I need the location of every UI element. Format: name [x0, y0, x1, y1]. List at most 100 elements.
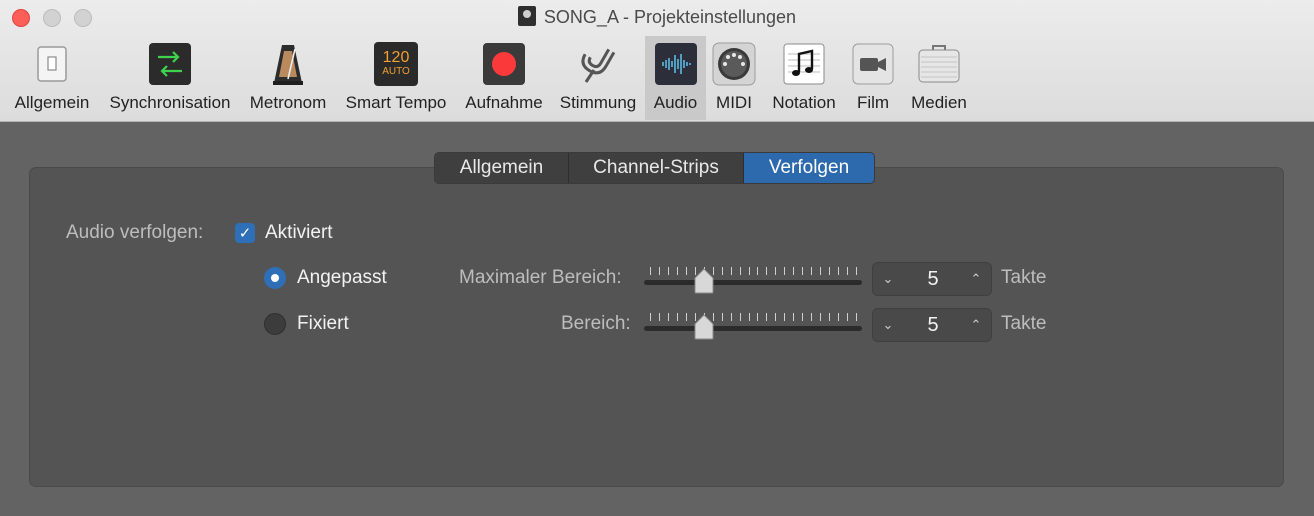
chevron-down-icon[interactable]: ⌄ — [873, 263, 903, 295]
range-unit: Takte — [1001, 313, 1047, 334]
tab-bar: Allgemein Channel-Strips Verfolgen — [434, 152, 875, 184]
slider-ticks — [650, 267, 857, 275]
smart-tempo-auto: AUTO — [382, 66, 410, 77]
enabled-label: Aktiviert — [265, 222, 333, 243]
slider-track — [644, 326, 862, 331]
max-range-label: Maximaler Bereich: — [459, 267, 622, 288]
toolbar-item-metronom[interactable]: Metronom — [242, 36, 334, 120]
waveform-icon — [653, 41, 699, 87]
slider-track — [644, 280, 862, 285]
range-stepper[interactable]: ⌄ 5 ⌃ — [872, 308, 992, 342]
video-camera-icon — [850, 41, 896, 87]
sync-arrows-icon — [147, 41, 193, 87]
slider-tick — [793, 313, 795, 321]
slider-tick — [730, 267, 732, 275]
toolbar-item-label: Synchronisation — [109, 93, 231, 112]
slider-tick — [667, 313, 669, 321]
music-note-icon — [781, 41, 827, 87]
mode-adapted-radio[interactable] — [264, 267, 286, 289]
toolbar-item-medien[interactable]: Medien — [904, 36, 974, 120]
toolbar-item-label: Allgemein — [14, 93, 90, 112]
toolbar-item-label: Notation — [772, 93, 836, 112]
max-range-value[interactable]: 5 — [903, 263, 963, 295]
media-case-icon — [916, 41, 962, 87]
toolbar-item-label: Medien — [911, 93, 967, 112]
slider-tick — [856, 267, 857, 275]
settings-content: Allgemein Channel-Strips Verfolgen Audio… — [0, 122, 1314, 516]
slider-tick — [829, 313, 831, 321]
slider-tick — [739, 267, 741, 275]
toolbar-item-allgemein[interactable]: Allgemein — [6, 36, 98, 120]
settings-toolbar: Allgemein Synchronisation Metronom 120 A… — [0, 36, 1314, 120]
window-title-text: SONG_A - Projekteinstellungen — [543, 7, 797, 27]
slider-tick — [650, 267, 651, 275]
max-range-slider[interactable] — [644, 265, 862, 295]
toolbar-item-smart-tempo[interactable]: 120 AUTO Smart Tempo — [338, 36, 454, 120]
slider-tick — [676, 313, 678, 321]
slider-tick — [775, 313, 777, 321]
project-settings-window: SONG_A - Projekteinstellungen Allgemein — [0, 0, 1314, 516]
toolbar-item-label: Film — [856, 93, 890, 112]
slider-tick — [856, 313, 857, 321]
range-label: Bereich: — [561, 313, 631, 334]
slider-tick — [802, 313, 804, 321]
audio-follow-label: Audio verfolgen: — [66, 222, 204, 243]
chevron-up-icon[interactable]: ⌃ — [961, 263, 991, 295]
slider-tick — [838, 267, 840, 275]
slider-tick — [811, 267, 813, 275]
range-value[interactable]: 5 — [903, 309, 963, 341]
slider-knob[interactable] — [694, 268, 714, 294]
slider-tick — [793, 267, 795, 275]
slider-tick — [757, 267, 759, 275]
slider-tick — [820, 267, 822, 275]
slider-tick — [811, 313, 813, 321]
slider-tick — [775, 267, 777, 275]
slider-tick — [676, 267, 678, 275]
toolbar-item-label: Stimmung — [559, 93, 637, 112]
slider-tick — [784, 267, 786, 275]
slider-tick — [721, 313, 723, 321]
tab-allgemein[interactable]: Allgemein — [435, 153, 569, 183]
slider-tick — [658, 313, 660, 321]
mode-fixed-radio[interactable] — [264, 313, 286, 335]
window-title: SONG_A - Projekteinstellungen — [0, 6, 1314, 28]
max-range-stepper[interactable]: ⌄ 5 ⌃ — [872, 262, 992, 296]
slider-tick — [721, 267, 723, 275]
chevron-up-icon[interactable]: ⌃ — [961, 309, 991, 341]
toolbar-item-audio[interactable]: Audio — [645, 36, 706, 120]
tab-channel-strips[interactable]: Channel-Strips — [569, 153, 744, 183]
slider-tick — [766, 267, 768, 275]
toolbar-item-film[interactable]: Film — [846, 36, 900, 120]
tab-verfolgen[interactable]: Verfolgen — [744, 153, 874, 183]
toolbar-item-label: MIDI — [716, 93, 752, 112]
slider-knob[interactable] — [694, 314, 714, 340]
toolbar-item-synchronisation[interactable]: Synchronisation — [102, 36, 238, 120]
project-file-icon — [517, 6, 536, 26]
toolbar-item-label: Audio — [653, 93, 698, 112]
slider-tick — [685, 313, 687, 321]
slider-tick — [658, 267, 660, 275]
slider-tick — [766, 313, 768, 321]
slider-tick — [847, 313, 849, 321]
toolbar-item-label: Metronom — [249, 93, 327, 112]
slider-tick — [820, 313, 822, 321]
toolbar-item-aufnahme[interactable]: Aufnahme — [458, 36, 550, 120]
slider-tick — [847, 267, 849, 275]
smart-tempo-icon: 120 AUTO — [373, 41, 419, 87]
midi-connector-icon — [711, 41, 757, 87]
chevron-down-icon[interactable]: ⌄ — [873, 309, 903, 341]
slider-tick — [748, 267, 750, 275]
toolbar-item-notation[interactable]: Notation — [764, 36, 844, 120]
toolbar-item-midi[interactable]: MIDI — [707, 36, 761, 120]
enabled-checkbox[interactable]: ✓ — [235, 223, 255, 243]
metronome-icon — [265, 41, 311, 87]
toolbar-item-stimmung[interactable]: Stimmung — [554, 36, 642, 120]
slider-tick — [730, 313, 732, 321]
slider-tick — [650, 313, 651, 321]
slider-tick — [685, 267, 687, 275]
slider-tick — [739, 313, 741, 321]
toolbar-item-label: Smart Tempo — [345, 93, 447, 112]
slider-tick — [667, 267, 669, 275]
range-slider[interactable] — [644, 311, 862, 341]
record-icon — [481, 41, 527, 87]
